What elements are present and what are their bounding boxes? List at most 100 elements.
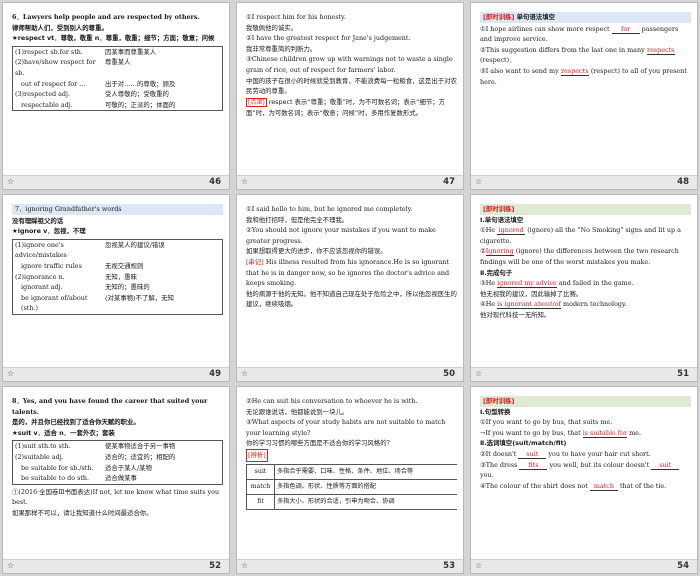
page-number: 51 (677, 369, 689, 379)
phrase-meaning: (对某事物)不了解，无知 (105, 293, 174, 302)
slide-52[interactable]: 8．Yes, and you have found the career tha… (2, 386, 230, 574)
phrase-meaning: 适合于某人/某物 (105, 463, 152, 472)
page-number: 52 (209, 561, 221, 571)
example-translation: 如果那样不可以，请让我知道什么时间最适合你。 (12, 508, 153, 517)
tip-tag: [点津] (246, 97, 267, 107)
word-cell: match (246, 478, 275, 495)
slide-content: ①I said hello to him, but he ignored me … (246, 204, 457, 363)
slide-51[interactable]: [即时训练] Ⅰ.单句语法填空 ①He ignored (ignore) all… (470, 194, 698, 382)
star-icon[interactable]: ☆ (7, 369, 14, 378)
answer-blank: is ignorant about/of (497, 300, 561, 310)
example-sentence: ①I respect him for his honesty. (246, 13, 346, 21)
page-number: 48 (677, 177, 689, 187)
question-text: ④He (480, 300, 496, 309)
word-cell: fit (246, 493, 275, 510)
slide-footer: ☆ 50 (237, 367, 463, 381)
slide-grid: 6．Lawyers help people and are respected … (0, 0, 700, 576)
page-number: 50 (443, 369, 455, 379)
question-translation: 他对现代科技一无所知。 (480, 310, 551, 319)
sentence-heading: 8．Yes, and you have found the career tha… (12, 397, 208, 416)
question-text: me. (629, 428, 641, 437)
question-text: ①He (480, 226, 496, 235)
phrase-meaning: 出于对……的尊敬；顾及 (105, 79, 176, 88)
page-number: 53 (443, 561, 455, 571)
question-text: ②It doesn't (480, 449, 517, 458)
star-icon[interactable]: ☆ (475, 369, 482, 378)
answer-blank: ignored (497, 226, 526, 236)
question-text: ②This suggestion differs from the last o… (480, 45, 645, 54)
star-icon[interactable]: ☆ (241, 561, 248, 570)
slide-54[interactable]: [即时训练] Ⅰ.句型转换 ①If you want to go by bus,… (470, 386, 698, 574)
slide-content: [即时训练] Ⅰ.单句语法填空 ①He ignored (ignore) all… (480, 204, 691, 363)
page-number: 49 (209, 369, 221, 379)
slide-49[interactable]: 7．ignoring Grandfather's words 没有理睬祖父的话 … (2, 194, 230, 382)
slide-content: 6．Lawyers help people and are respected … (12, 12, 223, 171)
phrase-meaning: 因某事而尊重某人 (105, 47, 157, 56)
phrase-table: (1)ignore one's advice/mistakes 忽视某人的建议/错… (12, 238, 223, 315)
answer-blank: for (611, 25, 640, 34)
page-number: 47 (443, 177, 455, 187)
slide-48[interactable]: [即时训练] 单句语法填空 ①I hope airlines can show … (470, 2, 698, 190)
question-text: you well, but its colour doesn't (549, 460, 650, 469)
star-icon[interactable]: ☆ (7, 561, 14, 570)
question-text: (respect)． (480, 56, 516, 65)
phrase-meaning: 使某事物适合于另一事物 (105, 442, 176, 451)
example-sentence: ②He can suit his conversation to whoever… (246, 397, 418, 405)
slide-content: 7．ignoring Grandfather's words 没有理睬祖父的话 … (12, 204, 223, 363)
phrase-meaning: 无视交通规则 (105, 261, 144, 270)
example-translation: 我非常尊重简的判断力。 (246, 44, 317, 53)
star-icon[interactable]: ☆ (475, 177, 482, 186)
word-definition: ★ignore v．忽视，不理 (12, 227, 86, 236)
slide-footer: ☆ 54 (471, 559, 697, 573)
star-icon[interactable]: ☆ (475, 561, 482, 570)
distinguish-tag: [辨析] (246, 448, 268, 462)
slide-content: ①I respect him for his honesty. 我敬佩他的诚实。… (246, 12, 457, 171)
answer-blank: fits (519, 461, 548, 470)
question-text: that of the tie. (619, 481, 667, 490)
answer-blank: respects (560, 66, 589, 76)
phrase-meaning: 忽视某人的建议/错误 (105, 240, 165, 249)
phrase: (1)ignore one's advice/mistakes (15, 240, 67, 260)
example-sentence: ①(2016·全国卷Ⅲ书面表达)If not, let me know what… (12, 487, 220, 507)
phrase: respectable adj. (21, 100, 73, 109)
sentence-translation: 是的，并且你已经找到了适合你天赋的职业。 (12, 418, 140, 427)
exercise-title: Ⅱ.完成句子 (480, 268, 513, 277)
slide-53[interactable]: ②He can suit his conversation to whoever… (236, 386, 464, 574)
star-icon[interactable]: ☆ (241, 369, 248, 378)
example-translation: 如果想取得更大的进步，你不应该忽视你的错误。 (246, 247, 387, 256)
answer-blank: match (589, 482, 618, 491)
phrase-meaning: 无知的；愚昧的 (105, 283, 150, 292)
phrase: ignore traffic rules (21, 261, 82, 270)
word-cell: suit (246, 463, 275, 480)
question-text: and failed in the game. (558, 279, 634, 288)
phrase: (1)respect sb.for sth. (15, 47, 83, 56)
exercise-tag: [即时训练] (480, 396, 691, 407)
sentence-translation: 律师帮助人们，受到别人的尊重。 (12, 23, 108, 32)
slide-footer: ☆ 46 (3, 175, 229, 189)
exercise-title: Ⅱ.选词填空(suit/match/fit) (480, 439, 567, 448)
slide-content: [即时训练] 单句语法填空 ①I hope airlines can show … (480, 12, 691, 171)
star-icon[interactable]: ☆ (7, 177, 14, 186)
usage-cell: 多指大小、形状的合适，引申为吻合、协调 (274, 493, 457, 510)
slide-50[interactable]: ①I said hello to him, but he ignored me … (236, 194, 464, 382)
phrase: (2)have/show respect for sb. (15, 58, 96, 77)
slide-46[interactable]: 6．Lawyers help people and are respected … (2, 2, 230, 190)
slide-footer: ☆ 53 (237, 559, 463, 573)
phrase-meaning: 适合做某事 (105, 474, 137, 483)
example-translation: 你的学习习惯的哪些方面是不适合你的学习风格的？ (246, 439, 393, 448)
page-number: 54 (677, 561, 689, 571)
usage-cell: 多指色调、形状、性质等方面的搭配 (274, 478, 457, 495)
phrase: be ignorant of/about (sth.) (21, 293, 88, 313)
slide-47[interactable]: ①I respect him for his honesty. 我敬佩他的诚实。… (236, 2, 464, 190)
star-icon[interactable]: ☆ (241, 177, 248, 186)
phrase: ignorant adj. (21, 283, 63, 292)
sentence-heading: 6．Lawyers help people and are respected … (12, 13, 200, 21)
slide-footer: ☆ 47 (237, 175, 463, 189)
question-text: →If you want to go by bus, that (480, 428, 581, 437)
phrase: be suitable to do sth. (21, 474, 90, 483)
answer-blank: ignored my advice (497, 279, 557, 289)
example-sentence: ②I have the greatest respect for Jane's … (246, 34, 411, 43)
phrase: (1)suit sth.to sth. (15, 442, 71, 451)
answer-blank: Ignoring (485, 247, 514, 257)
phrase: (3)respected adj. (15, 90, 71, 99)
